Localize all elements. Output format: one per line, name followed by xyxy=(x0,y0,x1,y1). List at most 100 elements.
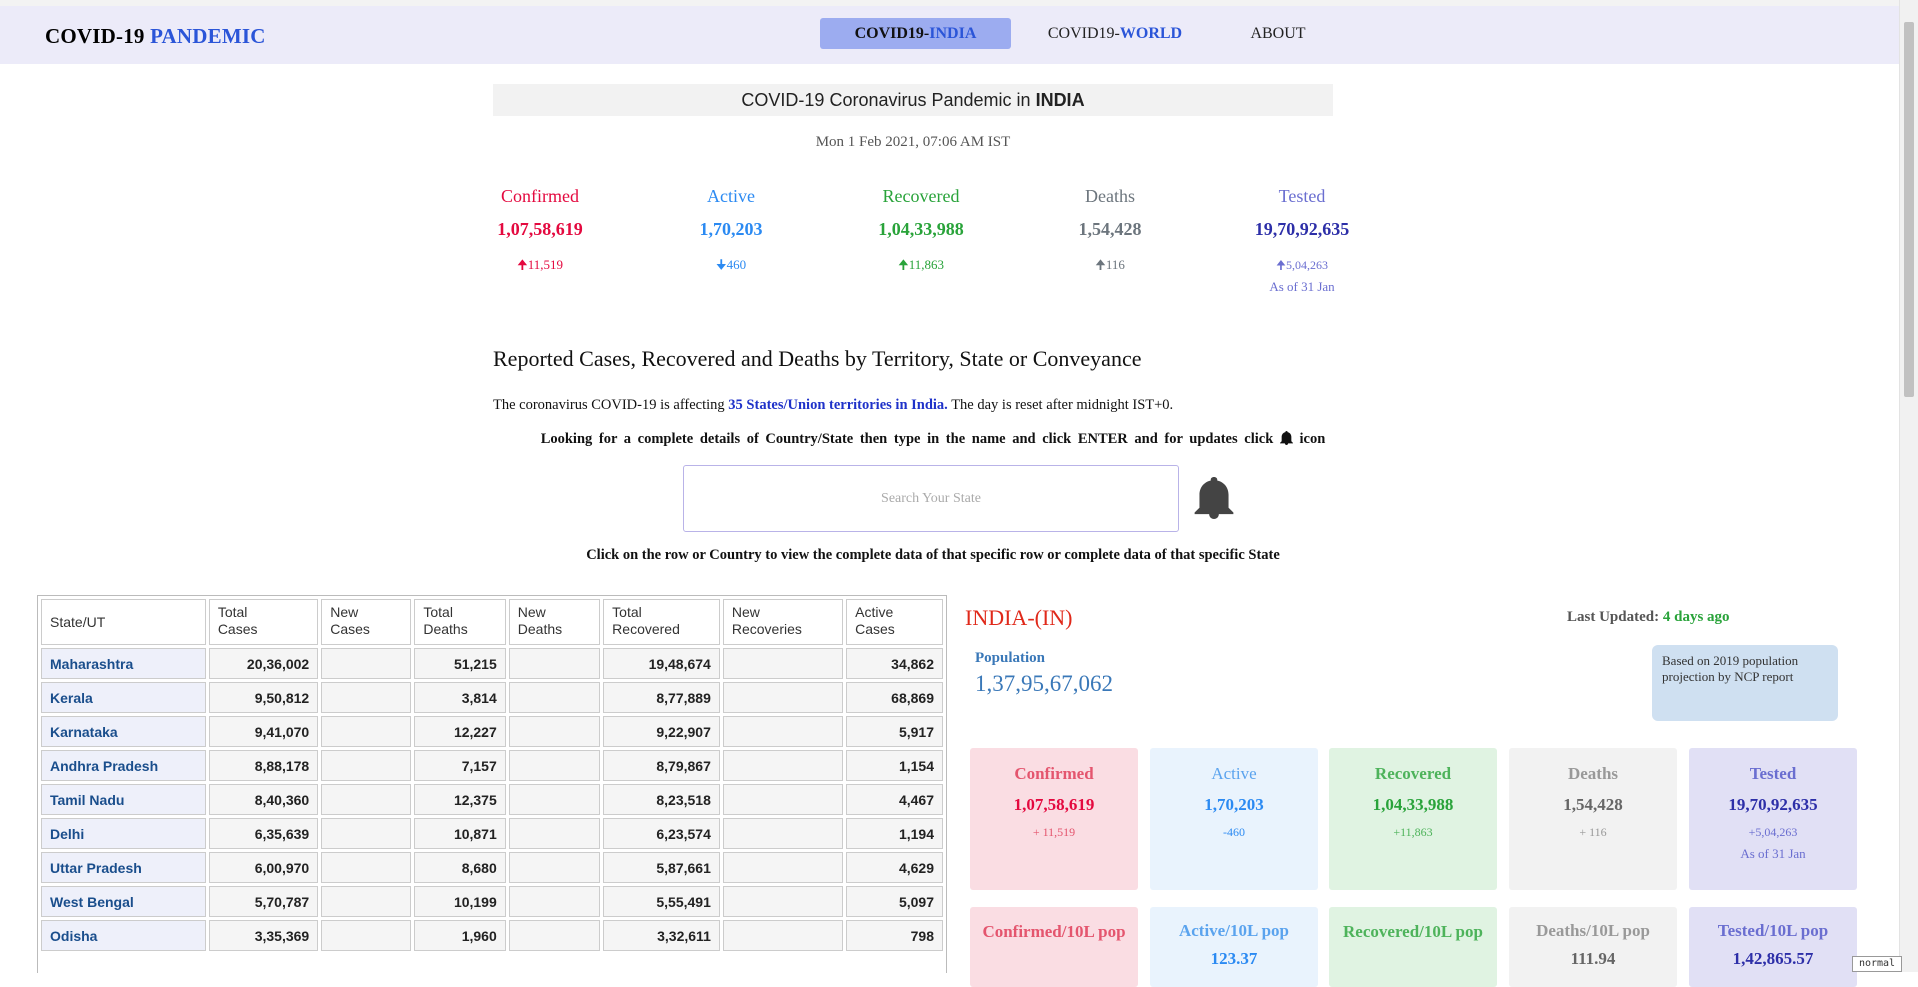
cell-active: 1,194 xyxy=(846,818,943,849)
column-header[interactable]: New Deaths xyxy=(508,599,601,645)
card-tested-per-pop[interactable]: Tested/10L pop 1,42,865.57 xyxy=(1689,907,1857,987)
cell-active: 1,154 xyxy=(846,750,943,781)
column-header[interactable]: Total Cases xyxy=(208,599,319,645)
search-input[interactable]: Search Your State xyxy=(683,465,1179,532)
state-link[interactable]: West Bengal xyxy=(41,886,206,917)
table-row[interactable]: West Bengal 5,70,787 10,199 5,55,491 5,097 xyxy=(41,886,943,917)
state-link[interactable]: Uttar Pradesh xyxy=(41,852,206,883)
cell-new-recoveries xyxy=(722,750,844,781)
scrollbar-thumb[interactable] xyxy=(1904,22,1914,397)
bell-icon[interactable] xyxy=(1194,477,1234,519)
card-tested-asof: As of 31 Jan xyxy=(1740,846,1806,861)
card-active-per-pop-value: 123.37 xyxy=(1210,949,1258,968)
table-row[interactable]: Kerala 9,50,812 3,814 8,77,889 68,869 xyxy=(41,682,943,713)
cell-total-deaths: 7,157 xyxy=(414,750,506,781)
card-deaths-per-pop-label: Deaths/10L pop xyxy=(1536,921,1650,940)
card-confirmed[interactable]: Confirmed 1,07,58,619 + 11,519 xyxy=(970,748,1138,890)
brand-logo[interactable]: COVID-19 PANDEMIC xyxy=(45,24,266,49)
section-heading: Reported Cases, Recovered and Deaths by … xyxy=(493,346,1142,371)
state-link[interactable]: Tamil Nadu xyxy=(41,784,206,815)
card-tested-label: Tested xyxy=(1749,764,1797,783)
cell-active: 68,869 xyxy=(846,682,943,713)
cell-total-cases: 6,00,970 xyxy=(208,852,319,883)
nav-covid19-india[interactable]: COVID19-INDIA xyxy=(820,18,1011,49)
cell-active: 5,097 xyxy=(846,886,943,917)
summary-tested-delta-value: 5,04,263 xyxy=(1285,258,1328,272)
column-header-text: Recoveries xyxy=(731,621,802,637)
cell-total-deaths: 1,960 xyxy=(414,920,506,951)
column-header[interactable]: Active Cases xyxy=(846,599,943,645)
summary-tested-value: 19,70,92,635 xyxy=(1254,219,1350,239)
cell-total-deaths: 12,375 xyxy=(414,784,506,815)
card-deaths[interactable]: Deaths 1,54,428 + 116 xyxy=(1509,748,1677,890)
column-header-text: Cases xyxy=(330,621,370,637)
table-row[interactable]: Karnataka 9,41,070 12,227 9,22,907 5,917 xyxy=(41,716,943,747)
vertical-scrollbar[interactable] xyxy=(1899,0,1918,972)
cell-new-cases xyxy=(321,682,412,713)
cell-new-recoveries xyxy=(722,784,844,815)
table-row[interactable]: Delhi 6,35,639 10,871 6,23,574 1,194 xyxy=(41,818,943,849)
card-tested[interactable]: Tested 19,70,92,635 +5,04,263 As of 31 J… xyxy=(1689,748,1857,890)
card-active-delta: -460 xyxy=(1223,825,1245,839)
table-row[interactable]: Tamil Nadu 8,40,360 12,375 8,23,518 4,467 xyxy=(41,784,943,815)
cell-new-cases xyxy=(321,818,412,849)
card-confirmed-value: 1,07,58,619 xyxy=(1013,795,1095,814)
summary-active-label: Active xyxy=(707,186,755,206)
arrow-up-icon: 🠉 xyxy=(1276,258,1286,272)
table-row[interactable]: Uttar Pradesh 6,00,970 8,680 5,87,661 4,629 xyxy=(41,852,943,883)
card-deaths-label: Deaths xyxy=(1567,764,1619,783)
summary-recovered: Recovered 1,04,33,988 🠉11,863 xyxy=(841,186,1001,278)
cell-total-deaths: 8,680 xyxy=(414,852,506,883)
column-header[interactable]: New Cases xyxy=(321,599,412,645)
column-header[interactable]: New Recoveries xyxy=(722,599,844,645)
table-row[interactable]: Odisha 3,35,369 1,960 3,32,611 798 xyxy=(41,920,943,951)
column-header[interactable]: Total Recovered xyxy=(603,599,720,645)
card-recovered-per-pop[interactable]: Recovered/10L pop xyxy=(1329,907,1497,987)
column-header-text: Total xyxy=(217,604,248,620)
card-recovered-per-pop-label: Recovered/10L pop xyxy=(1343,922,1483,941)
card-deaths-value: 1,54,428 xyxy=(1563,795,1623,814)
state-link[interactable]: Delhi xyxy=(41,818,206,849)
state-link[interactable]: Karnataka xyxy=(41,716,206,747)
table-row[interactable]: Andhra Pradesh 8,88,178 7,157 8,79,867 1,154 xyxy=(41,750,943,781)
cell-total-recovered: 8,77,889 xyxy=(603,682,720,713)
help-suffix: icon xyxy=(1299,431,1326,447)
cell-active: 4,467 xyxy=(846,784,943,815)
nav-about[interactable]: ABOUT xyxy=(1230,18,1326,49)
cell-total-deaths: 12,227 xyxy=(414,716,506,747)
help-line: Looking for a complete details of Countr… xyxy=(493,431,1373,448)
nav-covid19-world[interactable]: COVID19-WORLD xyxy=(1040,18,1190,49)
summary-deaths: Deaths 1,54,428 🠉116 xyxy=(1030,186,1190,278)
card-recovered-label: Recovered xyxy=(1374,764,1452,783)
column-header-text: Total xyxy=(612,604,642,620)
card-tested-value: 19,70,92,635 xyxy=(1728,795,1818,814)
card-confirmed-per-pop[interactable]: Confirmed/10L pop xyxy=(970,907,1138,987)
last-updated: Last Updated: 4 days ago xyxy=(1567,609,1730,626)
column-header[interactable]: State/UT xyxy=(41,599,206,645)
card-tested-delta: +5,04,263 xyxy=(1748,825,1798,839)
card-active-per-pop[interactable]: Active/10L pop 123.37 xyxy=(1150,907,1318,987)
summary-confirmed-delta: 🠉11,519 xyxy=(460,256,620,278)
page-title: COVID-19 Coronavirus Pandemic in INDIA xyxy=(493,84,1333,116)
card-recovered[interactable]: Recovered 1,04,33,988 +11,863 xyxy=(1329,748,1497,890)
cell-new-deaths xyxy=(508,750,601,781)
cell-new-cases xyxy=(321,852,412,883)
summary-tested-delta: 🠉5,04,263 xyxy=(1222,256,1382,277)
summary-recovered-delta-value: 11,863 xyxy=(908,257,945,272)
card-deaths-per-pop[interactable]: Deaths/10L pop 111.94 xyxy=(1509,907,1677,987)
cell-total-recovered: 8,23,518 xyxy=(603,784,720,815)
card-active[interactable]: Active 1,70,203 -460 xyxy=(1150,748,1318,890)
column-header[interactable]: Total Deaths xyxy=(414,599,506,645)
table-row[interactable]: Maharashtra 20,36,002 51,215 19,48,674 34,86… xyxy=(41,648,943,679)
cell-active: 34,862 xyxy=(846,648,943,679)
state-link[interactable]: Odisha xyxy=(41,920,206,951)
card-recovered-delta: +11,863 xyxy=(1393,825,1433,839)
state-link[interactable]: Maharashtra xyxy=(41,648,206,679)
panel-country-title: INDIA-(IN) xyxy=(965,605,1073,630)
cell-new-deaths xyxy=(508,682,601,713)
cell-total-cases: 8,88,178 xyxy=(208,750,319,781)
state-link[interactable]: Andhra Pradesh xyxy=(41,750,206,781)
cell-total-recovered: 5,55,491 xyxy=(603,886,720,917)
states-count-link[interactable]: 35 States/Union territories in India. xyxy=(728,397,948,413)
state-link[interactable]: Kerala xyxy=(41,682,206,713)
